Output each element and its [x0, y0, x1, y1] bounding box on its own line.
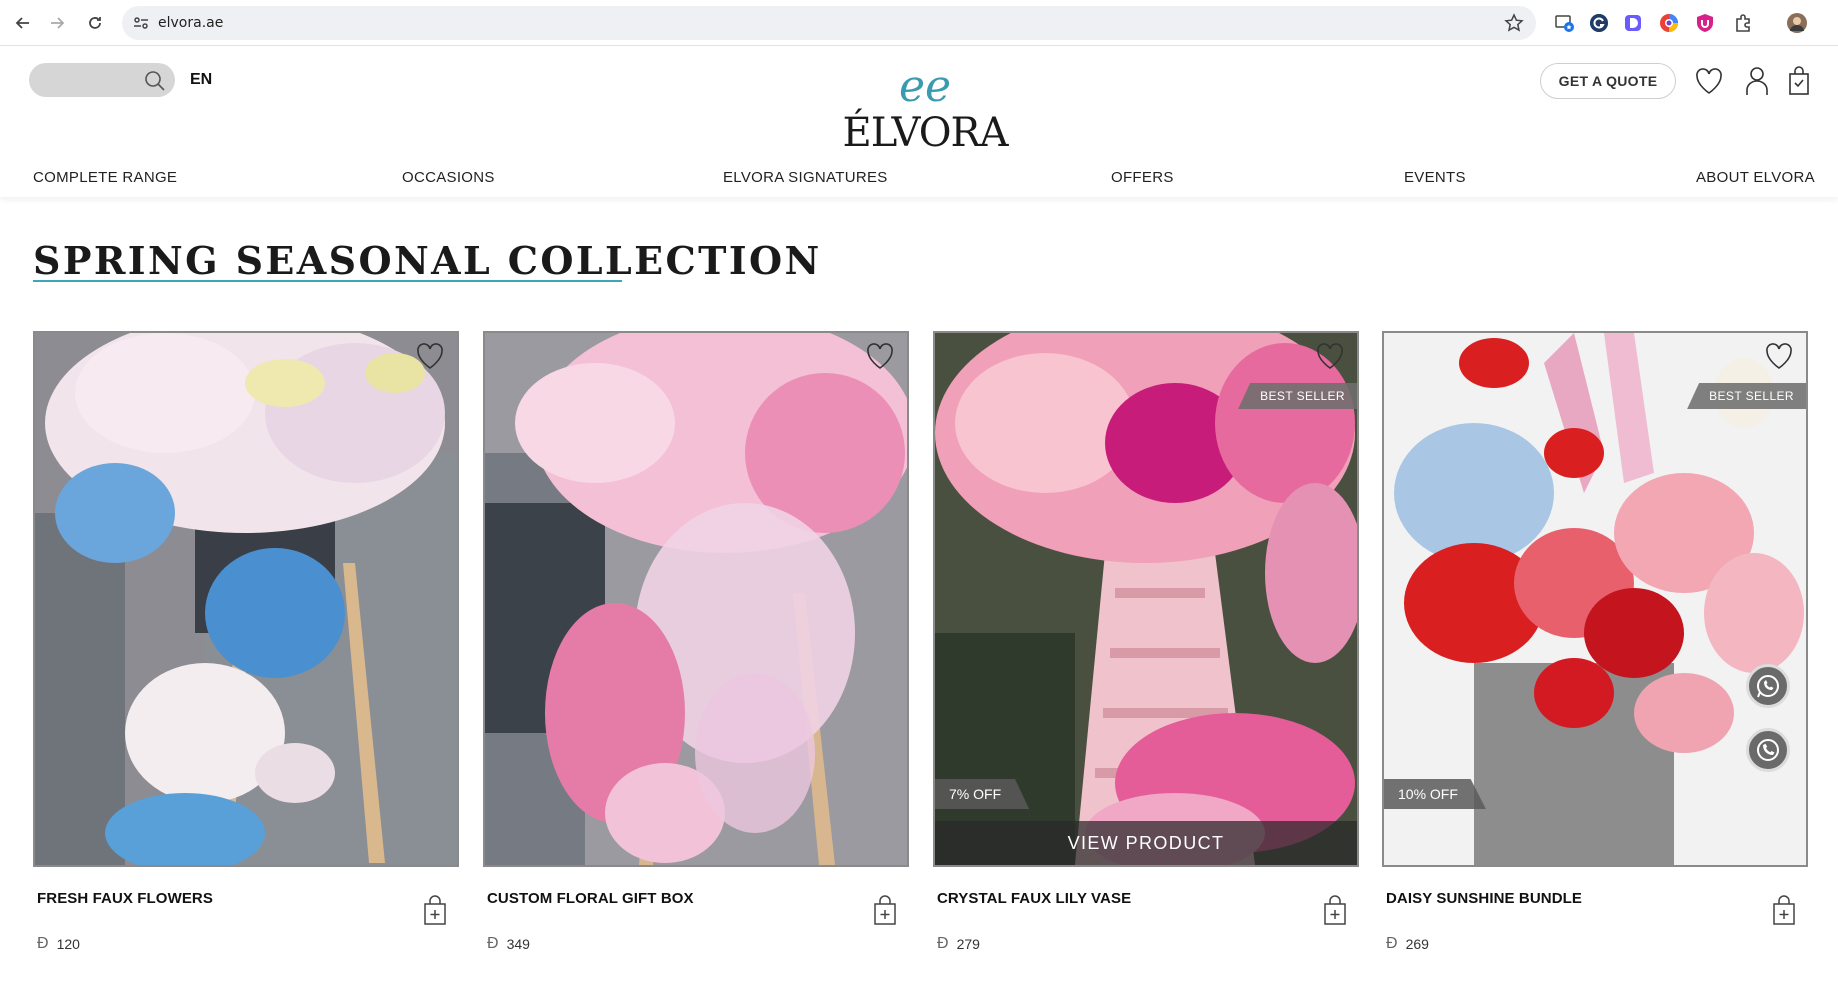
elvora-logo[interactable]: ee ÉLVORA	[840, 61, 1011, 156]
logo-monogram: ee	[899, 61, 951, 112]
product-price: Đ 349	[487, 935, 530, 953]
section-title: SPRING SEASONAL COLLECTION	[33, 238, 822, 283]
product-name[interactable]: CRYSTAL FAUX LILY VASE	[937, 890, 1131, 907]
whatsapp-icon[interactable]	[1746, 664, 1790, 708]
price-value: 120	[56, 936, 80, 952]
nav-about-elvora[interactable]: ABOUT ELVORA	[1696, 169, 1815, 186]
view-product-button[interactable]: VIEW PRODUCT	[935, 821, 1357, 865]
title-underline	[33, 280, 622, 282]
language-selector[interactable]: EN	[190, 71, 212, 89]
wishlist-heart-icon[interactable]	[865, 341, 895, 371]
best-seller-badge: BEST SELLER	[1238, 383, 1357, 409]
url-text: elvora.ae	[158, 15, 224, 31]
product-name[interactable]: FRESH FAUX FLOWERS	[37, 890, 213, 907]
product-image[interactable]: BEST SELLER 10% OFF	[1382, 331, 1808, 867]
product-image[interactable]	[33, 331, 459, 867]
discount-badge: 7% OFF	[935, 779, 1030, 809]
extension-screencast-icon[interactable]	[1554, 12, 1576, 34]
account-user-icon[interactable]	[1742, 65, 1772, 97]
currency-symbol: Đ	[937, 935, 949, 952]
browser-toolbar: elvora.ae	[0, 0, 1838, 46]
currency-symbol: Đ	[37, 935, 49, 952]
best-seller-badge: BEST SELLER	[1687, 383, 1806, 409]
currency-symbol: Đ	[487, 935, 499, 952]
nav-events[interactable]: EVENTS	[1404, 169, 1466, 186]
extensions-puzzle-icon[interactable]	[1732, 12, 1754, 34]
wishlist-heart-icon[interactable]	[415, 341, 445, 371]
search-icon[interactable]	[143, 69, 167, 93]
phone-call-icon[interactable]	[1746, 728, 1790, 772]
add-to-cart-icon[interactable]	[1323, 895, 1347, 925]
price-value: 279	[956, 936, 980, 952]
extension-shield-icon[interactable]	[1694, 12, 1716, 34]
product-card[interactable]: CUSTOM FLORAL GIFT BOX Đ 349	[483, 331, 909, 957]
nav-complete-range[interactable]: COMPLETE RANGE	[33, 169, 177, 186]
wishlist-heart-icon[interactable]	[1764, 341, 1794, 371]
product-price: Đ 120	[37, 935, 80, 953]
product-image[interactable]	[483, 331, 909, 867]
main-navigation: COMPLETE RANGE OCCASIONS ELVORA SIGNATUR…	[0, 169, 1838, 193]
product-card[interactable]: BEST SELLER 10% OFF DAISY SUNSHINE BUNDL…	[1382, 331, 1808, 957]
address-bar[interactable]: elvora.ae	[122, 6, 1536, 40]
add-to-cart-icon[interactable]	[873, 895, 897, 925]
forward-icon[interactable]	[46, 12, 68, 34]
site-settings-icon[interactable]	[132, 14, 150, 32]
product-name[interactable]: CUSTOM FLORAL GIFT BOX	[487, 890, 694, 907]
search-input[interactable]	[29, 63, 175, 97]
profile-avatar[interactable]	[1786, 12, 1808, 34]
extension-color-icon[interactable]	[1658, 12, 1680, 34]
nav-elvora-signatures[interactable]: ELVORA SIGNATURES	[723, 169, 888, 186]
site-header: EN ee ÉLVORA GET A QUOTE COMPLETE RANGE …	[0, 47, 1838, 197]
product-image[interactable]: BEST SELLER 7% OFF VIEW PRODUCT	[933, 331, 1359, 867]
price-value: 269	[1405, 936, 1429, 952]
add-to-cart-icon[interactable]	[1772, 895, 1796, 925]
price-value: 349	[506, 936, 530, 952]
currency-symbol: Đ	[1386, 935, 1398, 952]
add-to-cart-icon[interactable]	[423, 895, 447, 925]
product-name[interactable]: DAISY SUNSHINE BUNDLE	[1386, 890, 1582, 907]
wishlist-heart-icon[interactable]	[1694, 65, 1724, 97]
nav-occasions[interactable]: OCCASIONS	[402, 169, 495, 186]
extension-d-icon[interactable]	[1622, 12, 1644, 34]
product-price: Đ 279	[937, 935, 980, 953]
discount-badge: 10% OFF	[1384, 779, 1486, 809]
wishlist-heart-icon[interactable]	[1315, 341, 1345, 371]
get-a-quote-button[interactable]: GET A QUOTE	[1540, 63, 1676, 99]
product-card[interactable]: FRESH FAUX FLOWERS Đ 120	[33, 331, 459, 957]
cart-bag-icon[interactable]	[1784, 65, 1814, 97]
logo-wordmark: ÉLVORA	[843, 109, 1010, 151]
product-price: Đ 269	[1386, 935, 1429, 953]
reload-icon[interactable]	[84, 12, 106, 34]
product-card[interactable]: BEST SELLER 7% OFF VIEW PRODUCT CRYSTAL …	[933, 331, 1359, 957]
bookmark-star-icon[interactable]	[1504, 13, 1524, 33]
extension-grammarly-icon[interactable]	[1588, 12, 1610, 34]
nav-offers[interactable]: OFFERS	[1111, 169, 1174, 186]
back-icon[interactable]	[12, 12, 34, 34]
